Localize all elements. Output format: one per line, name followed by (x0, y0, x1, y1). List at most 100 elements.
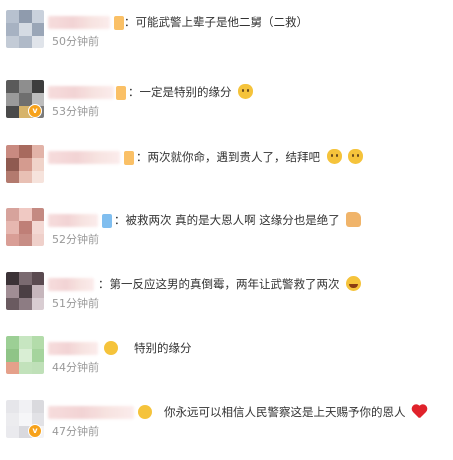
comment-item: v 你永远可以相信人民警察这是上天赐予你的恩人 47分钟前 (0, 400, 453, 460)
avatar-mosaic-cell (6, 208, 19, 221)
comment-item: ：两次就你命，遇到贵人了，结拜吧 (0, 145, 453, 205)
user-badge-icon (116, 86, 126, 100)
comment-time: 50分钟前 (52, 35, 99, 48)
comment-text-content: 特别的缘分 (134, 341, 192, 355)
comment-text: ：两次就你命，遇到贵人了，结拜吧 (136, 147, 364, 167)
avatar-mosaic-cell (6, 158, 19, 171)
comment-text: ：被救两次 真的是大恩人啊 这缘分也是绝了 (114, 210, 362, 230)
avatar[interactable] (6, 208, 44, 246)
avatar-mosaic-cell (32, 158, 44, 171)
comment-text-content: 你永远可以相信人民警察这是上天赐予你的恩人 (164, 405, 406, 419)
comment-time: 44分钟前 (52, 361, 99, 374)
username-blurred[interactable] (48, 342, 98, 355)
avatar-mosaic-cell (19, 158, 32, 171)
avatar-mosaic-cell (19, 285, 32, 298)
thumbs-up-emoji-icon (346, 212, 362, 227)
comment-text: ：可能武警上辈子是他二舅（二救） (124, 12, 308, 32)
comment-item: ：被救两次 真的是大恩人啊 这缘分也是绝了 52分钟前 (0, 208, 453, 268)
user-badge-icon (114, 16, 124, 30)
username-blurred[interactable] (48, 406, 134, 419)
avatar-mosaic-cell (6, 413, 19, 426)
avatar-mosaic-cell (32, 362, 44, 374)
username-blurred[interactable] (48, 86, 114, 99)
avatar-mosaic-cell (19, 23, 32, 36)
avatar-mosaic-cell (19, 208, 32, 221)
avatar[interactable] (6, 336, 44, 374)
comment-text-content: ：可能武警上辈子是他二舅（二救） (124, 15, 308, 29)
username-blurred[interactable] (48, 151, 120, 164)
cat-emoji-icon (348, 149, 364, 164)
avatar-mosaic-cell (19, 93, 32, 106)
avatar-mosaic-cell (32, 336, 44, 349)
avatar-mosaic-cell (32, 349, 44, 362)
avatar-mosaic-cell (19, 145, 32, 158)
avatar-mosaic-cell (19, 221, 32, 234)
avatar-mosaic-cell (6, 145, 19, 158)
avatar[interactable] (6, 145, 44, 183)
comment-time: 47分钟前 (52, 425, 99, 438)
avatar-mosaic-cell (6, 23, 19, 36)
avatar-mosaic-cell (6, 234, 19, 246)
avatar-mosaic-cell (6, 93, 19, 106)
username-blurred[interactable] (48, 16, 110, 29)
comment-text-content: ：两次就你命，遇到贵人了，结拜吧 (136, 150, 320, 164)
avatar-mosaic-cell (32, 272, 44, 285)
avatar-mosaic-cell (19, 349, 32, 362)
comment-text-content: ：第一反应这男的真倒霉，两年让武警救了两次 (98, 277, 340, 291)
user-badge-icon (138, 405, 152, 419)
avatar-mosaic-cell (19, 362, 32, 374)
avatar-mosaic-cell (6, 426, 19, 438)
avatar-mosaic-cell (6, 285, 19, 298)
avatar-mosaic-cell (32, 221, 44, 234)
avatar-mosaic-cell (32, 36, 44, 48)
comment-item: 特别的缘分 44分钟前 (0, 336, 453, 396)
avatar-mosaic-cell (32, 23, 44, 36)
avatar[interactable] (6, 272, 44, 310)
avatar-mosaic-cell (6, 272, 19, 285)
avatar-mosaic-cell (19, 400, 32, 413)
avatar-mosaic-cell (32, 298, 44, 310)
avatar-mosaic-cell (6, 362, 19, 374)
avatar[interactable] (6, 10, 44, 48)
comment-text-content: ：被救两次 真的是大恩人啊 这缘分也是绝了 (114, 213, 340, 227)
user-badge-icon (104, 341, 118, 355)
comment-text: ：第一反应这男的真倒霉，两年让武警救了两次 (98, 274, 362, 294)
avatar-mosaic-cell (19, 10, 32, 23)
comment-text: 特别的缘分 (134, 338, 192, 358)
comment-time: 51分钟前 (52, 297, 99, 310)
avatar-mosaic-cell (32, 145, 44, 158)
comment-text: ：一定是特别的缘分 (128, 82, 254, 102)
avatar-mosaic-cell (32, 80, 44, 93)
avatar-mosaic-cell (32, 171, 44, 183)
comment-text-content: ：一定是特别的缘分 (128, 85, 232, 99)
avatar-mosaic-cell (6, 400, 19, 413)
username-blurred[interactable] (48, 214, 98, 227)
avatar-mosaic-cell (32, 400, 44, 413)
avatar-mosaic-cell (32, 234, 44, 246)
avatar-mosaic-cell (6, 171, 19, 183)
avatar-mosaic-cell (32, 285, 44, 298)
user-badge-icon (124, 151, 134, 165)
cat-emoji-icon (326, 149, 342, 164)
avatar-mosaic-cell (6, 298, 19, 310)
avatar-mosaic-cell (32, 208, 44, 221)
username-blurred[interactable] (48, 278, 94, 291)
comment-time: 52分钟前 (52, 233, 99, 246)
comment-item: ：可能武警上辈子是他二舅（二救） 50分钟前 (0, 10, 453, 70)
laughing-emoji-icon (346, 276, 362, 291)
comment-time: 53分钟前 (52, 105, 99, 118)
avatar-mosaic-cell (19, 234, 32, 246)
heart-emoji-icon (412, 404, 427, 419)
avatar-mosaic-cell (6, 336, 19, 349)
verified-badge-icon: v (28, 104, 42, 118)
avatar-mosaic-cell (19, 298, 32, 310)
avatar-mosaic-cell (6, 349, 19, 362)
avatar-mosaic-cell (6, 36, 19, 48)
avatar-mosaic-cell (19, 171, 32, 183)
avatar-mosaic-cell (19, 80, 32, 93)
avatar-mosaic-cell (6, 80, 19, 93)
avatar-mosaic-cell (32, 10, 44, 23)
avatar-mosaic-cell (6, 10, 19, 23)
user-badge-icon (102, 214, 112, 228)
avatar-mosaic-cell (6, 221, 19, 234)
